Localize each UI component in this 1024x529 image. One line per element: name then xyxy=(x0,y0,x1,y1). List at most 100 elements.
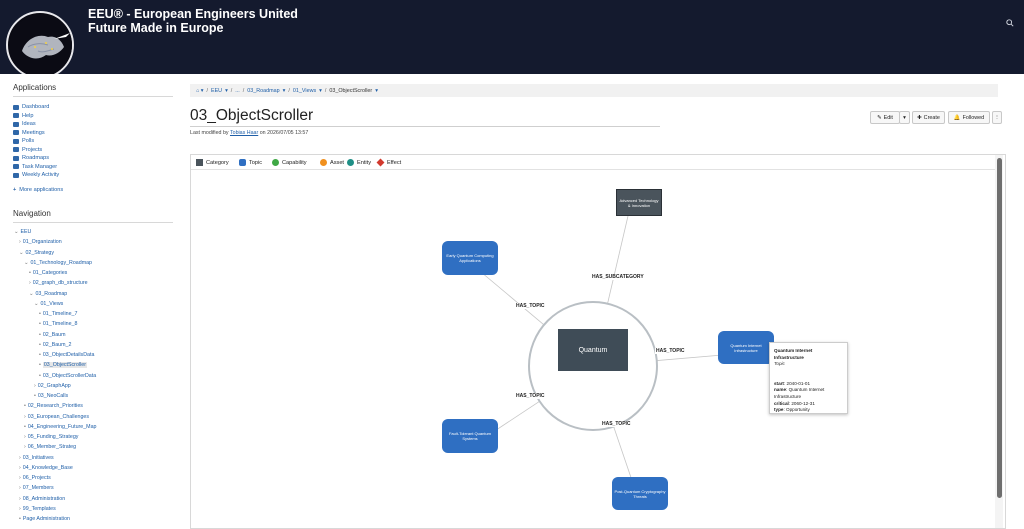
followed-label: Followed xyxy=(962,114,985,121)
bullet-icon[interactable]: • xyxy=(39,352,41,358)
tree-item[interactable]: › 08_Administration xyxy=(19,496,65,502)
tree-item[interactable]: › 02_graph_db_structure xyxy=(29,280,88,286)
eeu-logo[interactable] xyxy=(6,11,74,79)
app-link-polls[interactable]: Polls xyxy=(13,138,34,144)
tree-item[interactable]: › 99_Templates xyxy=(19,506,56,512)
app-link-weekly-activity[interactable]: Weekly Activity xyxy=(13,172,59,178)
chevron-icon[interactable]: › xyxy=(19,506,21,512)
center-node-quantum[interactable]: Quantum xyxy=(558,329,628,371)
tree-item[interactable]: ⌄ 01_Views xyxy=(34,301,63,307)
app-link-help[interactable]: Help xyxy=(13,113,34,119)
chevron-icon[interactable]: ⌄ xyxy=(34,301,38,307)
title-divider xyxy=(190,126,660,127)
bullet-icon[interactable]: • xyxy=(39,321,41,327)
tree-item[interactable]: › 03_European_Challenges xyxy=(24,414,89,420)
breadcrumb-roadmap[interactable]: 03_Roadmap xyxy=(247,88,279,94)
more-actions-button[interactable]: ⋮ xyxy=(992,111,1002,124)
app-link-roadmaps[interactable]: Roadmaps xyxy=(13,155,49,161)
app-link-ideas[interactable]: Ideas xyxy=(13,121,36,127)
chevron-icon[interactable]: › xyxy=(19,475,21,481)
tree-item[interactable]: ⌄ 03_Roadmap xyxy=(29,291,67,297)
graph-panel[interactable]: Category Topic Capability Asset Entity Effect… xyxy=(190,154,1006,529)
tree-item[interactable]: › 01_Organization xyxy=(19,239,62,245)
tree-item[interactable]: › 05_Funding_Strategy xyxy=(24,434,78,440)
tree-item[interactable]: • 01_Timeline_8 xyxy=(39,321,77,327)
tree-item[interactable]: ⌄ EEU xyxy=(14,229,31,235)
chevron-icon[interactable]: ⌄ xyxy=(19,250,23,256)
tree-item[interactable]: • 04_Engineering_Future_Map xyxy=(24,424,96,430)
chevron-icon[interactable]: › xyxy=(19,465,21,471)
chevron-icon[interactable]: › xyxy=(19,455,21,461)
node-post-quantum[interactable]: Post-Quantum Cryptography Threats xyxy=(612,477,668,510)
app-link-label: Polls xyxy=(22,138,35,144)
node-fault-tolerant[interactable]: Fault-Tolerant Quantum Systems xyxy=(442,419,498,453)
chevron-icon[interactable]: › xyxy=(19,485,21,491)
tree-item[interactable]: ⌄ 02_Strategy xyxy=(19,250,54,256)
bullet-icon[interactable]: • xyxy=(39,373,41,379)
tree-item[interactable]: › 03_Initiatives xyxy=(19,455,54,461)
edit-dropdown-button[interactable]: ▾ xyxy=(899,111,910,124)
tree-item[interactable]: › 06_Member_Strateg xyxy=(24,444,76,450)
tree-item[interactable]: • 02_Baum_2 xyxy=(39,342,71,348)
app-link-task-manager[interactable]: Task Manager xyxy=(13,164,57,170)
app-link-projects[interactable]: Projects xyxy=(13,147,42,153)
edit-button[interactable]: ✎ Edit xyxy=(870,111,900,124)
create-label: Create xyxy=(923,114,940,121)
bullet-icon[interactable]: • xyxy=(39,362,41,368)
chevron-icon[interactable]: › xyxy=(19,239,21,245)
breadcrumb-current[interactable]: 03_ObjectScroller xyxy=(329,88,372,94)
breadcrumb-views[interactable]: 01_Views xyxy=(293,88,316,94)
legend-item-category: Category xyxy=(196,159,229,166)
bullet-icon[interactable]: • xyxy=(39,332,41,338)
chevron-icon[interactable]: › xyxy=(24,434,26,440)
legend-item-effect: Effect xyxy=(376,158,401,167)
search-icon[interactable] xyxy=(1006,14,1016,27)
bullet-icon[interactable]: • xyxy=(39,342,41,348)
node-early-quantum-computing[interactable]: Early Quantum Computing Applications xyxy=(442,241,498,275)
create-button[interactable]: ✚ Create xyxy=(912,111,945,124)
tree-item[interactable]: • 03_ObjectDetailsData xyxy=(39,352,94,358)
tree-item-label: 02_GraphApp xyxy=(37,382,71,389)
followed-button[interactable]: 🔔 Followed xyxy=(948,111,990,124)
node-quantum-internet[interactable]: Quantum Internet Infrastructure xyxy=(718,331,774,364)
bullet-icon[interactable]: • xyxy=(19,516,21,522)
tree-item[interactable]: • 01_Timeline_7 xyxy=(39,311,77,317)
home-icon[interactable]: ⌂ ▾ xyxy=(196,88,203,94)
breadcrumb-ellipsis[interactable]: ... xyxy=(235,88,240,94)
tree-item[interactable]: › 07_Members xyxy=(19,485,54,491)
bullet-icon[interactable]: • xyxy=(29,270,31,276)
bullet-icon[interactable]: • xyxy=(24,424,26,430)
chevron-icon[interactable]: ⌄ xyxy=(14,229,18,235)
modified-user-link[interactable]: Tobias Haar xyxy=(230,130,258,136)
bullet-icon[interactable]: • xyxy=(24,403,26,409)
tree-item[interactable]: ⌄ 01_Technology_Roadmap xyxy=(24,260,92,266)
tree-item[interactable]: • Page Administration xyxy=(19,516,70,522)
tree-item-label: 02_Baum_2 xyxy=(42,341,72,348)
bullet-icon[interactable]: • xyxy=(34,393,36,399)
bullet-icon[interactable]: • xyxy=(39,311,41,317)
chevron-icon[interactable]: › xyxy=(29,280,31,286)
app-link-meetings[interactable]: Meetings xyxy=(13,130,45,136)
breadcrumb-eeu[interactable]: EEU xyxy=(211,88,222,94)
chevron-icon[interactable]: › xyxy=(24,414,26,420)
tree-item-label: 02_Research_Priorities xyxy=(27,403,83,410)
tree-item[interactable]: • 03_ObjectScroller xyxy=(39,362,87,369)
more-applications-link[interactable]: + More applications xyxy=(13,187,63,193)
tree-item[interactable]: › 06_Projects xyxy=(19,475,51,481)
tree-item[interactable]: • 03_ObjectScrollerData xyxy=(39,373,96,379)
tree-item[interactable]: • 02_Research_Priorities xyxy=(24,403,83,409)
tree-item[interactable]: • 01_Categories xyxy=(29,270,67,276)
scrollbar-thumb[interactable] xyxy=(997,158,1002,498)
chevron-icon[interactable]: › xyxy=(24,444,26,450)
chevron-icon[interactable]: › xyxy=(34,383,36,389)
tree-item[interactable]: › 02_GraphApp xyxy=(34,383,71,389)
chevron-icon[interactable]: ⌄ xyxy=(24,260,28,266)
tree-item[interactable]: • 03_NeoCalls xyxy=(34,393,68,399)
app-link-dashboard[interactable]: Dashboard xyxy=(13,104,49,110)
chevron-icon[interactable]: › xyxy=(19,496,21,502)
node-advanced-technology[interactable]: Advanced Technology & Innovation xyxy=(616,189,662,216)
chevron-icon[interactable]: ⌄ xyxy=(29,291,33,297)
tree-item[interactable]: › 04_Knowledge_Base xyxy=(19,465,73,471)
site-subtitle: Future Made in Europe xyxy=(88,21,224,35)
tree-item[interactable]: • 02_Baum xyxy=(39,332,66,338)
